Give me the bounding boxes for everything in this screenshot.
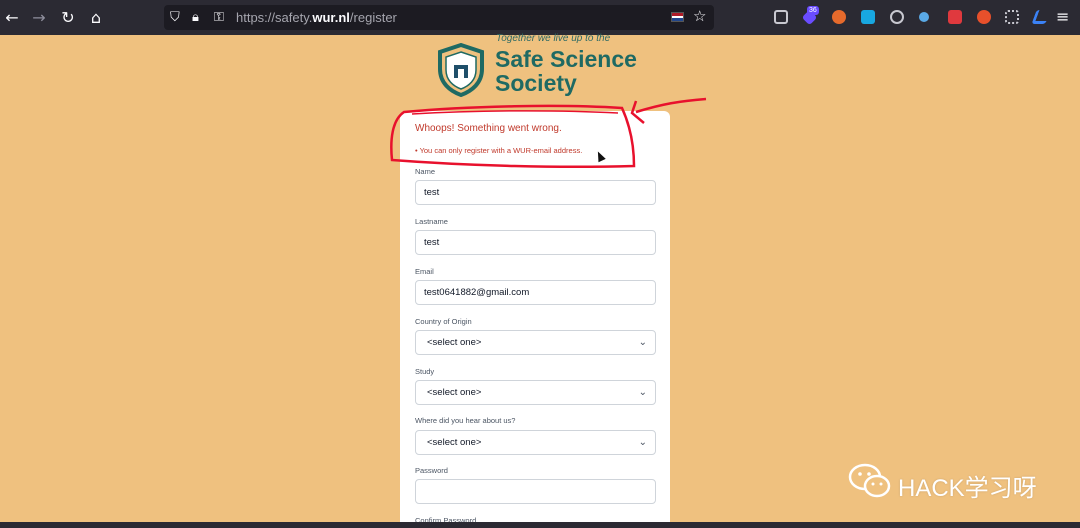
cookie-extension-icon[interactable] [890,10,904,24]
name-input[interactable]: test [415,180,656,205]
logo-shield-icon [438,43,484,97]
menu-icon[interactable]: ≡ [1056,7,1069,26]
logo-tagline: Together we live up to the [496,33,611,44]
watermark-text: HACK学习呀 [898,475,1037,502]
chevron-down-icon: ⌄ [638,387,647,398]
back-icon[interactable]: ← [2,8,22,28]
molecule-extension-icon[interactable] [919,12,929,22]
chevron-down-icon: ⌄ [638,337,647,348]
star-icon[interactable]: ☆ [693,7,706,25]
lastname-label: Lastname [415,217,448,226]
country-select[interactable]: <select one> ⌄ [415,330,656,355]
taskbar [0,522,1080,528]
language-flag-icon[interactable] [671,12,684,22]
grid-extension-icon[interactable] [1005,10,1019,24]
hear-about-select-value: <select one> [427,437,482,448]
red-extension-icon[interactable] [948,10,962,24]
extension-badge: 36 [807,6,819,15]
study-select[interactable]: <select one> ⌄ [415,380,656,405]
hear-about-select[interactable]: <select one> ⌄ [415,430,656,455]
forward-icon[interactable]: → [29,8,49,28]
wappalyzer-extension-icon[interactable] [977,10,991,24]
lock-icon[interactable]: 🔒︎ [192,8,199,27]
country-label: Country of Origin [415,317,472,326]
error-title: Whoops! Something went wrong. [415,123,562,134]
watermark: HACK学习呀 [848,462,1037,502]
shield-icon[interactable]: ⛉ [170,8,180,27]
password-label: Password [415,466,448,475]
home-icon[interactable]: ⌂ [86,8,106,28]
logo-title: Safe Science Society [495,46,637,96]
lastname-input[interactable]: test [415,230,656,255]
email-label: Email [415,267,434,276]
chevron-down-icon: ⌄ [638,437,647,448]
study-select-value: <select one> [427,387,482,398]
browser-toolbar: ← → ↻ ⌂ ⛉ 🔒︎ ⚿ https://safety.wur.nl/reg… [0,0,1080,35]
email-input[interactable]: test0641882@gmail.com [415,280,656,305]
z-extension-icon[interactable] [1031,10,1051,24]
register-form-card: Whoops! Something went wrong. • You can … [400,111,670,528]
study-label: Study [415,367,435,376]
hear-about-label: Where did you hear about us? [415,416,516,425]
error-message: • You can only register with a WUR-email… [415,146,583,155]
wechat-icon [848,463,891,498]
password-input[interactable] [415,479,656,504]
name-label: Name [415,167,436,176]
url-text[interactable]: https://safety.wur.nl/register [236,10,397,25]
url-bar[interactable]: ⛉ 🔒︎ ⚿ https://safety.wur.nl/register ☆ [164,5,714,30]
pocket-icon[interactable] [774,10,788,24]
fox-extension-icon[interactable] [832,10,846,24]
country-select-value: <select one> [427,337,482,348]
cube-extension-icon[interactable] [861,10,875,24]
key-icon[interactable]: ⚿ [214,8,224,27]
reload-icon[interactable]: ↻ [58,8,78,28]
